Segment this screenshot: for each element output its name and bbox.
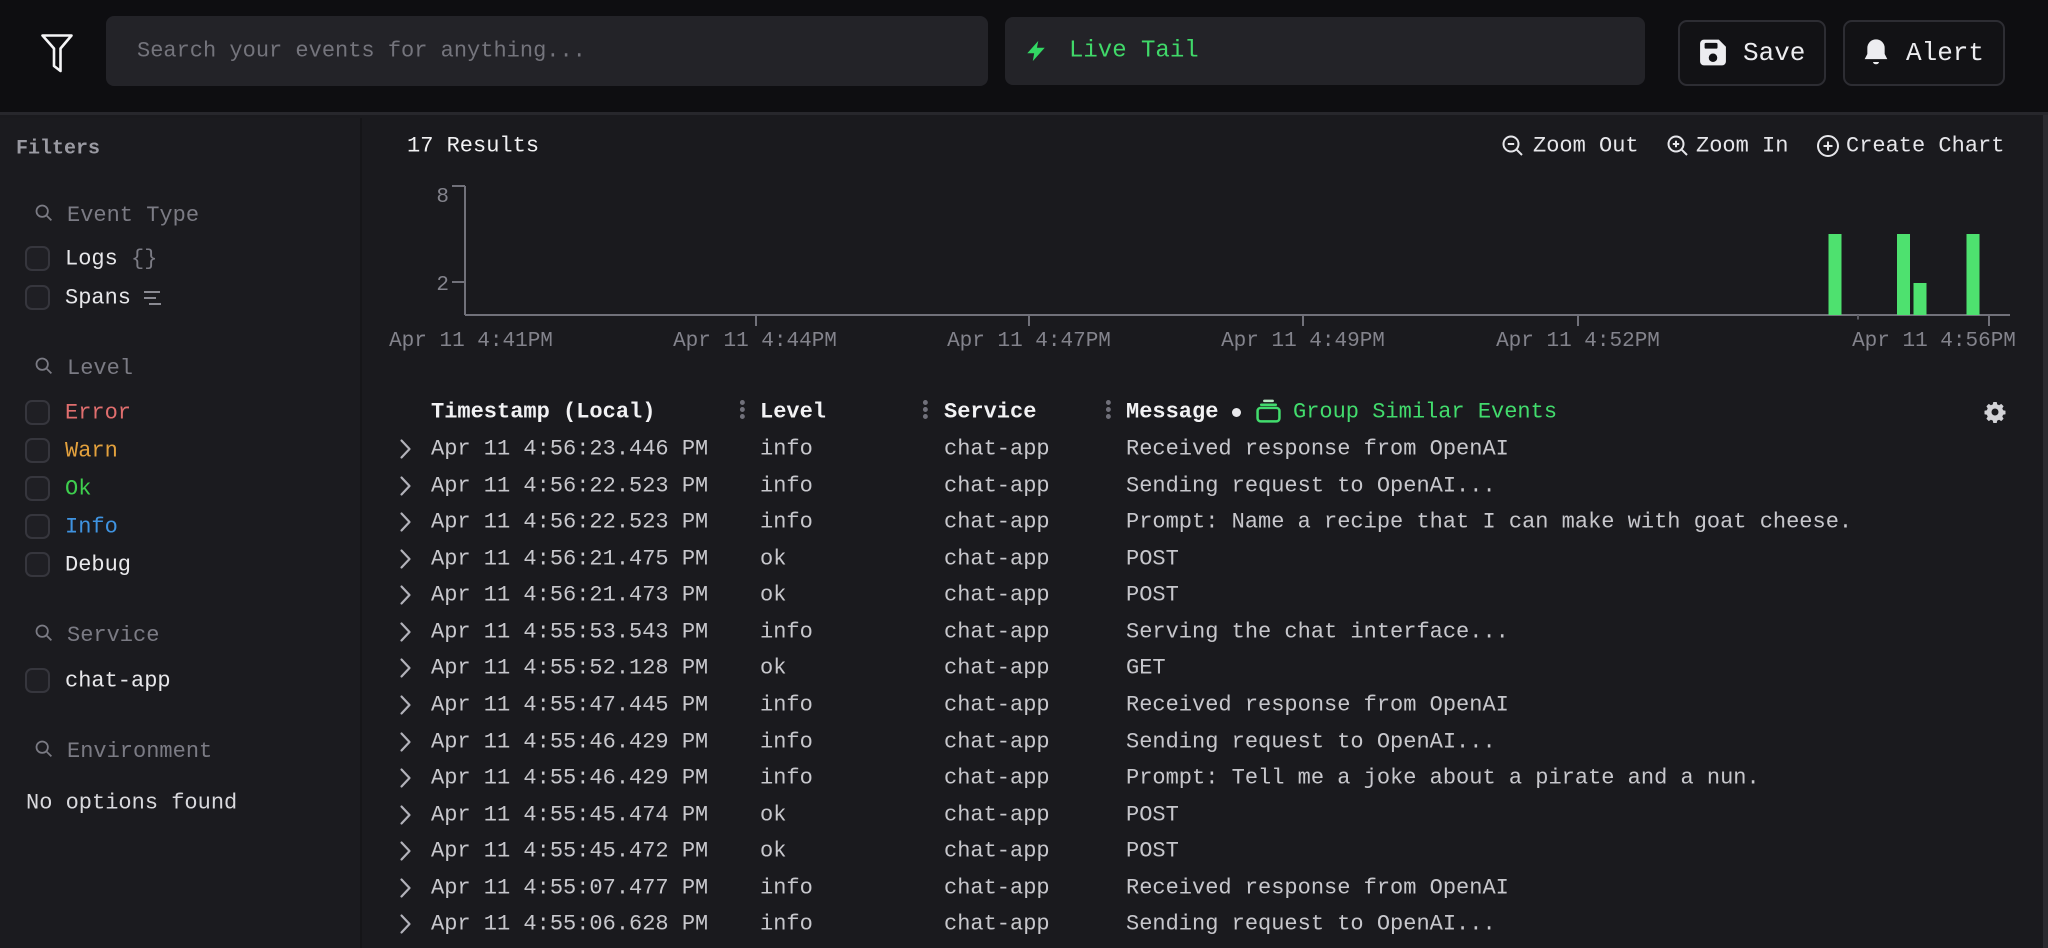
svg-text:Apr 11 4:44PM: Apr 11 4:44PM [673,330,837,353]
svg-text:2: 2 [436,274,449,297]
svg-text:Apr 11 4:49PM: Apr 11 4:49PM [1221,330,1385,353]
svg-text:Apr 11 4:47PM: Apr 11 4:47PM [947,330,1111,353]
svg-text:8: 8 [436,186,449,209]
svg-text:Apr 11 4:41PM: Apr 11 4:41PM [389,330,553,353]
svg-text:Apr 11 4:52PM: Apr 11 4:52PM [1496,330,1660,353]
svg-text:Apr 11 4:56PM: Apr 11 4:56PM [1852,330,2016,353]
